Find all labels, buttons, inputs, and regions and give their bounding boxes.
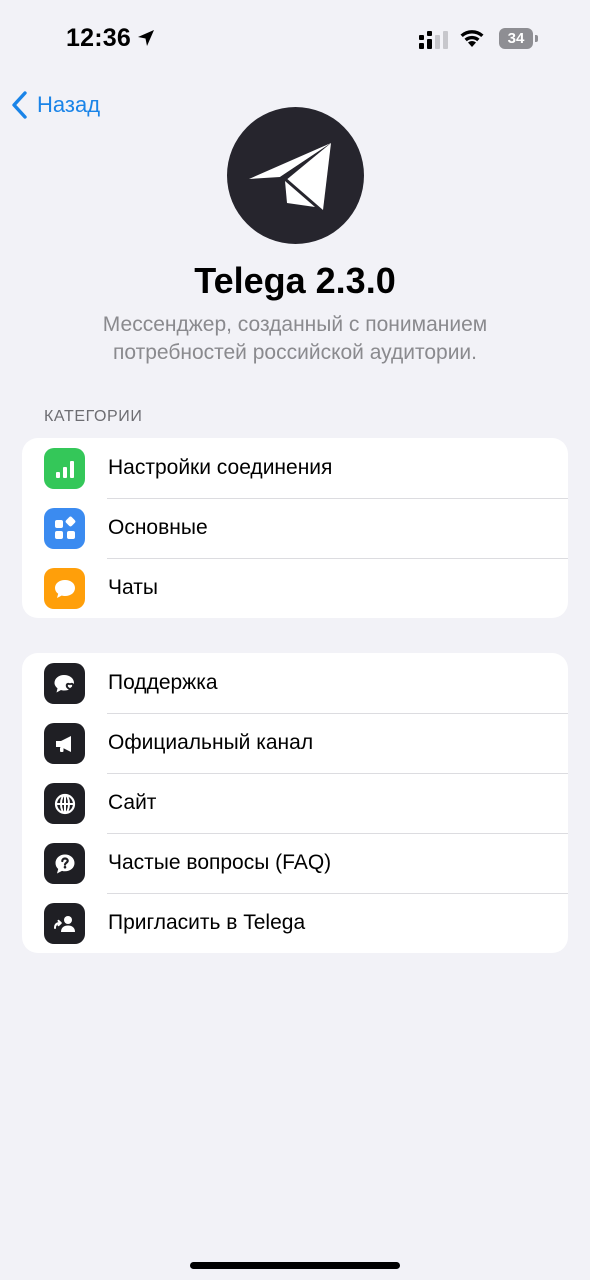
row-chats[interactable]: Чаты [22, 558, 568, 618]
row-faq[interactable]: Частые вопросы (FAQ) [22, 833, 568, 893]
row-website[interactable]: Сайт [22, 773, 568, 833]
app-description: Мессенджер, созданный с пониманием потре… [102, 313, 488, 364]
row-official-channel[interactable]: Официальный канал [22, 713, 568, 773]
question-bubble-icon [44, 843, 85, 884]
back-button[interactable]: Назад [10, 88, 100, 122]
row-support[interactable]: Поддержка [22, 653, 568, 713]
battery-level: 34 [499, 28, 533, 49]
signal-bars-icon [44, 448, 85, 489]
chat-bubble-icon [44, 568, 85, 609]
status-time: 12:36 [66, 24, 131, 52]
megaphone-icon [44, 723, 85, 764]
globe-icon [44, 783, 85, 824]
invite-person-icon [44, 903, 85, 944]
chevron-left-icon [12, 91, 27, 119]
home-indicator[interactable] [190, 1262, 400, 1269]
row-general[interactable]: Основные [22, 498, 568, 558]
location-arrow-icon [138, 30, 154, 46]
section-header-categories: КАТЕГОРИИ [44, 408, 143, 425]
row-connection-settings[interactable]: Настройки соединения [22, 438, 568, 498]
battery-cap [535, 35, 538, 42]
apps-grid-icon [44, 508, 85, 549]
row-label: Частые вопросы (FAQ) [108, 851, 332, 874]
telega-logo-icon [249, 143, 331, 210]
status-bar: 12:36 34 [0, 0, 590, 80]
categories-group: Настройки соединения Основные Чаты [22, 438, 568, 618]
row-label: Основные [108, 516, 208, 539]
links-group: Поддержка Официальный канал Сайт Частые … [22, 653, 568, 953]
cellular-signal-icon [419, 31, 448, 49]
back-label: Назад [37, 92, 101, 117]
app-logo [227, 107, 364, 244]
wifi-icon [460, 30, 484, 47]
row-invite[interactable]: Пригласить в Telega [22, 893, 568, 953]
row-label: Чаты [108, 576, 158, 599]
battery-indicator: 34 [499, 28, 539, 49]
row-label: Пригласить в Telega [108, 911, 306, 934]
row-label: Официальный канал [108, 731, 314, 754]
support-heart-bubble-icon [44, 663, 85, 704]
app-title: Telega 2.3.0 [194, 260, 396, 301]
row-label: Поддержка [108, 671, 218, 694]
row-label: Сайт [108, 791, 157, 814]
row-label: Настройки соединения [108, 456, 333, 479]
